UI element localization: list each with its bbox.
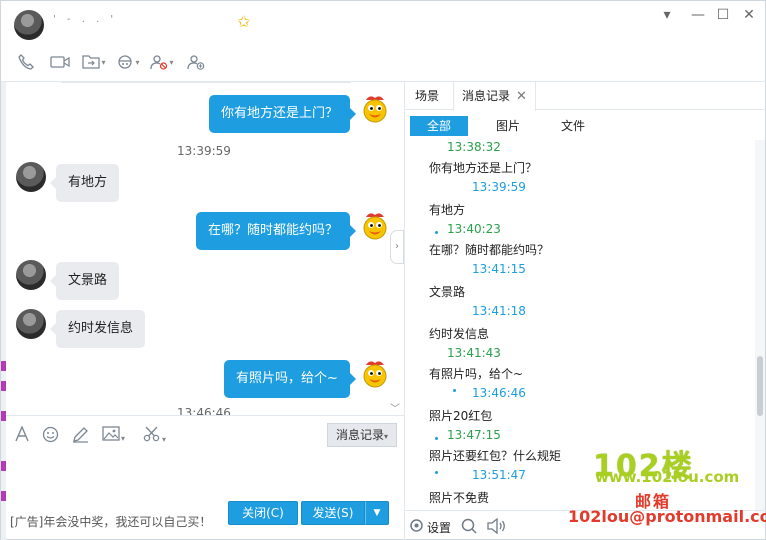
chat-message-area[interactable]: 你有地方还是上门？ 13:39:59 有地方 在哪？随时都能约吗？ 文景路 约时… xyxy=(6,82,404,415)
tab-message-history[interactable]: 消息记录 ✕ xyxy=(453,82,536,111)
pen-icon[interactable] xyxy=(72,426,89,447)
close-chat-button[interactable]: 关闭(C) xyxy=(228,501,298,525)
input-toolbar: ▾ ▾ 消息记录▾ xyxy=(6,415,404,453)
contact-name[interactable]: ' - . . ' xyxy=(53,14,231,26)
watermark-url: www.102lou.com xyxy=(595,468,740,486)
file-transfer-icon[interactable]: ▾ xyxy=(81,51,107,73)
send-button[interactable]: 发送(S) xyxy=(301,501,365,525)
chat-toolbar: ▾ ▾ ▾ xyxy=(13,51,209,73)
message-timestamp: 13:46:46 xyxy=(177,406,231,415)
chevron-down-icon: ▾ xyxy=(384,432,389,441)
self-avatar-bird-icon[interactable] xyxy=(360,211,390,241)
send-options-chevron-icon[interactable]: ▼ xyxy=(365,501,389,525)
peer-avatar[interactable] xyxy=(16,260,46,290)
history-message[interactable]: 你有地方还是上门？ xyxy=(429,159,537,176)
history-timestamp: 13:39:59 xyxy=(472,180,526,194)
close-tab-icon[interactable]: ✕ xyxy=(516,89,527,104)
chat-window: ' - . . ' ✩ ▾ — ☐ ✕ ▾ ▾ ▾ 你有地方还是上门？ 13:3… xyxy=(0,0,766,540)
filter-all[interactable]: 全部 xyxy=(410,116,468,136)
history-timestamp: 13:51:47 xyxy=(472,468,526,482)
self-avatar-bird-icon[interactable] xyxy=(360,94,390,124)
message-bubble-outgoing[interactable]: 在哪？随时都能约吗？ xyxy=(196,212,357,250)
add-contact-icon[interactable] xyxy=(183,51,209,73)
minimize-button[interactable]: — xyxy=(689,7,707,23)
ad-banner-text[interactable]: [广告]年会没中奖，我还可以自己买！ xyxy=(10,513,211,530)
tab-scene[interactable]: 场景 xyxy=(407,82,447,110)
scroll-down-chevron-icon[interactable]: ﹀ xyxy=(390,400,400,415)
history-timestamp: 13:40:23 xyxy=(447,222,501,236)
sender-marker xyxy=(435,437,438,440)
tab-scene-label: 场景 xyxy=(415,89,440,103)
peer-avatar[interactable] xyxy=(16,162,46,192)
remote-assist-icon[interactable]: ▾ xyxy=(115,51,141,73)
history-timestamp: 13:41:15 xyxy=(472,262,526,276)
chat-header: ' - . . ' ✩ ▾ — ☐ ✕ ▾ ▾ ▾ xyxy=(1,1,766,81)
side-panel-tabs: 场景 消息记录 ✕ xyxy=(405,82,766,111)
menu-dropdown-button[interactable]: ▾ xyxy=(658,7,676,23)
history-log[interactable]: 13:38:32 你有地方还是上门？ 13:39:59 有地方 13:40:23… xyxy=(405,140,753,510)
history-message[interactable]: 文景路 xyxy=(429,283,465,300)
image-icon[interactable]: ▾ xyxy=(102,426,125,445)
message-bubble-incoming[interactable]: 有地方 xyxy=(49,164,120,202)
video-call-icon[interactable] xyxy=(47,51,73,73)
close-window-button[interactable]: ✕ xyxy=(740,7,758,23)
maximize-button[interactable]: ☐ xyxy=(714,7,732,23)
filter-files[interactable]: 文件 xyxy=(555,116,591,136)
block-user-icon[interactable]: ▾ xyxy=(149,51,175,73)
message-bubble-outgoing[interactable]: 有照片吗，给个~ xyxy=(224,360,356,398)
contact-avatar[interactable] xyxy=(14,10,44,40)
history-message[interactable]: 在哪？随时都能约吗？ xyxy=(429,241,549,258)
history-message[interactable]: 照片还要红包？什么规矩 xyxy=(429,447,561,464)
history-message[interactable]: 有地方 xyxy=(429,201,465,218)
sender-marker xyxy=(435,231,438,234)
message-bubble-incoming[interactable]: 约时发信息 xyxy=(49,310,146,348)
self-avatar-bird-icon[interactable] xyxy=(360,359,390,389)
screenshot-scissors-icon[interactable]: ▾ xyxy=(143,426,166,446)
sender-marker xyxy=(435,471,438,474)
message-history-button[interactable]: 消息记录▾ xyxy=(327,423,398,447)
previous-message-edge xyxy=(61,82,351,83)
speaker-icon[interactable] xyxy=(487,517,507,538)
settings-gear-icon[interactable] xyxy=(409,518,424,537)
peer-avatar[interactable] xyxy=(16,309,46,339)
history-timestamp: 13:46:46 xyxy=(472,386,526,400)
sender-marker xyxy=(453,389,456,392)
star-icon[interactable]: ✩ xyxy=(237,14,250,30)
search-icon[interactable] xyxy=(461,518,477,538)
history-timestamp: 13:47:15 xyxy=(447,428,501,442)
emoji-icon[interactable] xyxy=(42,426,59,447)
phone-icon[interactable] xyxy=(13,51,39,73)
history-message[interactable]: 约时发信息 xyxy=(429,325,489,342)
history-timestamp: 13:41:43 xyxy=(447,346,501,360)
font-icon[interactable] xyxy=(14,425,30,446)
history-timestamp: 13:41:18 xyxy=(472,304,526,318)
message-bubble-outgoing[interactable]: 你有地方还是上门？ xyxy=(209,95,357,133)
tab-message-history-label: 消息记录 xyxy=(462,89,511,103)
settings-label[interactable]: 设置 xyxy=(427,519,451,536)
history-scrollbar[interactable] xyxy=(755,140,765,512)
collapse-panel-handle[interactable]: › xyxy=(390,230,404,264)
message-history-label: 消息记录 xyxy=(336,428,385,442)
filter-images[interactable]: 图片 xyxy=(490,116,526,136)
history-message[interactable]: 有照片吗，给个~ xyxy=(429,365,523,382)
history-message[interactable]: 照片不免费 xyxy=(429,489,489,506)
scrollbar-thumb[interactable] xyxy=(757,356,763,416)
watermark-email: 102lou@protonmail.com xyxy=(568,507,766,526)
message-timestamp: 13:39:59 xyxy=(177,144,231,158)
message-bubble-incoming[interactable]: 文景路 xyxy=(49,262,120,300)
history-timestamp: 13:38:32 xyxy=(447,140,501,154)
history-message[interactable]: 照片20红包 xyxy=(429,407,492,424)
